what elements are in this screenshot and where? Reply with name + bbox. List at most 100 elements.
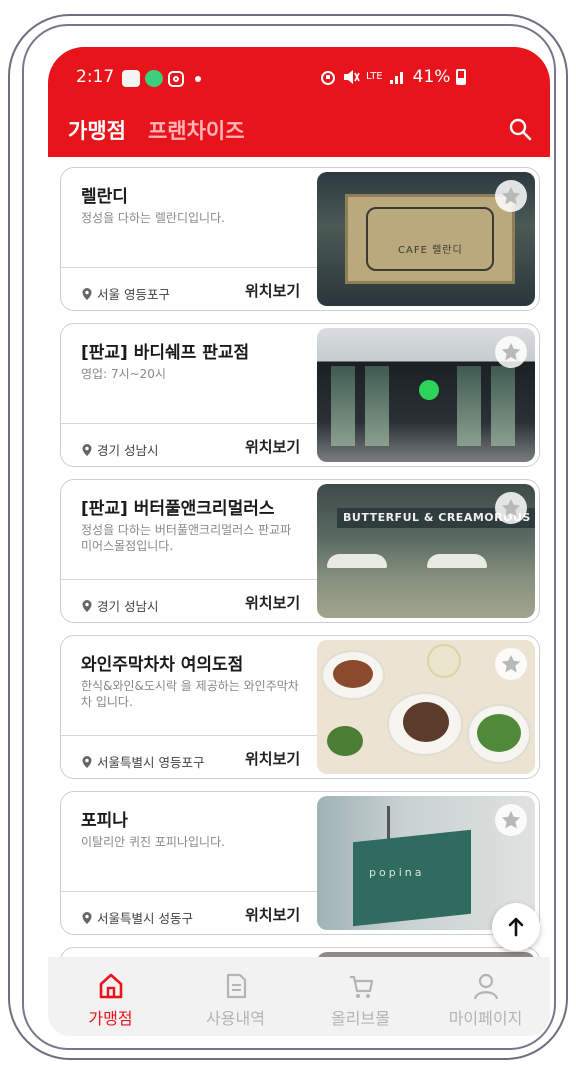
battery-percent: 41% xyxy=(412,67,451,87)
store-info: 렐란디 정성을 다하는 렐란디입니다. 서울 영등포구 위치보기 xyxy=(61,168,317,310)
sign-emblem xyxy=(366,207,494,271)
store-info: 와인주막차차 여의도점 한식&와인&도시락 을 제공하는 와인주막차차 입니다.… xyxy=(61,636,317,778)
storefront-window xyxy=(457,366,481,446)
store-card[interactable]: [판교] 버터풀앤크리멀러스 정성을 다하는 버터풀앤크리멀러스 판교파미어스몰… xyxy=(60,479,540,623)
person-icon xyxy=(473,973,498,1000)
store-location-text: 서울특별시 영등포구 xyxy=(97,755,205,770)
store-card[interactable] xyxy=(60,947,540,957)
nav-label: 올리브몰 xyxy=(331,1009,390,1028)
tab-franchise-stores[interactable]: 가맹점 xyxy=(68,115,126,145)
notification-icons xyxy=(122,70,201,87)
favorite-star-icon[interactable] xyxy=(495,180,527,212)
card-divider xyxy=(61,579,317,580)
storefront-green-sign xyxy=(419,380,439,400)
store-photo[interactable] xyxy=(317,328,535,462)
store-card[interactable]: 와인주막차차 여의도점 한식&와인&도시락 을 제공하는 와인주막차차 입니다.… xyxy=(60,635,540,779)
favorite-star-icon[interactable] xyxy=(495,648,527,680)
food-dish xyxy=(333,660,373,688)
tab-franchises[interactable]: 프랜차이즈 xyxy=(148,115,245,145)
store-card[interactable]: 포피나 이탈리안 퀴진 포피나입니다. 서울특별시 성동구 위치보기 popin… xyxy=(60,791,540,935)
view-location-button[interactable]: 위치보기 xyxy=(245,748,300,769)
nav-usage-history[interactable]: 사용내역 xyxy=(173,957,298,1036)
store-photo[interactable]: BUTTERFUL & CREAMOROUS xyxy=(317,484,535,618)
app-header: 2:17 LTE 41% 가맹점 프랜차이즈 xyxy=(48,47,550,157)
nav-label: 가맹점 xyxy=(88,1009,133,1028)
app-notification-icon xyxy=(122,70,140,87)
store-card[interactable]: [판교] 바디쉐프 판교점 영업: 7시~20시 경기 성남시 위치보기 xyxy=(60,323,540,467)
store-photo[interactable] xyxy=(317,640,535,774)
store-name: [판교] 버터풀앤크리멀러스 xyxy=(81,499,275,519)
store-location-text: 경기 성남시 xyxy=(97,443,159,458)
store-info: 포피나 이탈리안 퀴진 포피나입니다. 서울특별시 성동구 위치보기 xyxy=(61,792,317,934)
more-notifications-dot xyxy=(195,75,201,82)
alarm-icon xyxy=(321,71,335,85)
food-dish xyxy=(477,714,521,752)
nav-olive-mall[interactable]: 올리브몰 xyxy=(298,957,423,1036)
location-pin-icon xyxy=(82,443,92,456)
status-time: 2:17 xyxy=(76,67,115,87)
view-location-button[interactable]: 위치보기 xyxy=(245,280,300,301)
store-location: 경기 성남시 xyxy=(81,440,158,459)
view-location-button[interactable]: 위치보기 xyxy=(245,592,300,613)
nav-franchise-stores[interactable]: 가맹점 xyxy=(48,957,173,1036)
arrow-up-icon xyxy=(508,917,524,937)
mute-icon xyxy=(344,70,360,84)
store-location-text: 서울특별시 성동구 xyxy=(97,911,193,926)
store-description: 이탈리안 퀴진 포피나입니다. xyxy=(81,835,225,849)
status-bar: 2:17 LTE 41% xyxy=(48,67,550,95)
store-info: [판교] 바디쉐프 판교점 영업: 7시~20시 경기 성남시 위치보기 xyxy=(61,324,317,466)
status-right: LTE 41% xyxy=(320,67,467,87)
store-description: 한식&와인&도시락 을 제공하는 와인주막차차 입니다. xyxy=(81,679,299,709)
nav-label: 사용내역 xyxy=(206,1009,265,1028)
instagram-icon xyxy=(168,70,184,87)
sign-text: popina xyxy=(369,866,425,879)
store-location: 서울특별시 성동구 xyxy=(81,908,193,927)
umbrella xyxy=(327,554,387,568)
food-dish xyxy=(327,726,363,756)
store-name: 와인주막차차 여의도점 xyxy=(81,655,244,675)
location-pin-icon xyxy=(82,287,92,300)
store-name: [판교] 바디쉐프 판교점 xyxy=(81,343,250,363)
view-location-button[interactable]: 위치보기 xyxy=(245,436,300,457)
food-dish xyxy=(403,702,449,742)
favorite-star-icon[interactable] xyxy=(495,804,527,836)
store-location: 서울특별시 영등포구 xyxy=(81,752,204,771)
umbrella xyxy=(427,554,487,568)
storefront-window xyxy=(331,366,355,446)
store-location: 서울 영등포구 xyxy=(81,284,170,303)
store-photo[interactable]: CAFE 렐란디 xyxy=(317,172,535,306)
store-location-text: 경기 성남시 xyxy=(97,599,159,614)
card-divider xyxy=(61,267,317,268)
store-description: 정성을 다하는 버터풀앤크리멀러스 판교파미어스몰점입니다. xyxy=(81,523,292,553)
wine-glass xyxy=(427,644,461,678)
storefront-window xyxy=(491,366,515,446)
favorite-star-icon[interactable] xyxy=(495,492,527,524)
store-name: 포피나 xyxy=(81,811,128,831)
home-icon xyxy=(99,973,122,999)
location-pin-icon xyxy=(82,911,92,924)
view-location-button[interactable]: 위치보기 xyxy=(245,904,300,925)
store-card[interactable]: 렐란디 정성을 다하는 렐란디입니다. 서울 영등포구 위치보기 CAFE 렐란… xyxy=(60,167,540,311)
card-divider xyxy=(61,891,317,892)
document-icon xyxy=(226,973,246,999)
card-divider xyxy=(61,735,317,736)
store-description: 정성을 다하는 렐란디입니다. xyxy=(81,211,225,225)
nav-my-page[interactable]: 마이페이지 xyxy=(423,957,548,1036)
network-type: LTE xyxy=(366,71,383,82)
search-icon[interactable] xyxy=(508,117,532,141)
nav-label: 마이페이지 xyxy=(448,1009,523,1028)
card-divider xyxy=(61,423,317,424)
store-list[interactable]: 렐란디 정성을 다하는 렐란디입니다. 서울 영등포구 위치보기 CAFE 렐란… xyxy=(48,157,550,957)
store-location-text: 서울 영등포구 xyxy=(97,287,170,302)
favorite-star-icon[interactable] xyxy=(495,336,527,368)
store-name: 렐란디 xyxy=(81,187,128,207)
store-info: [판교] 버터풀앤크리멀러스 정성을 다하는 버터풀앤크리멀러스 판교파미어스몰… xyxy=(61,480,317,622)
storefront-window xyxy=(365,366,389,446)
store-location: 경기 성남시 xyxy=(81,596,158,615)
store-description: 영업: 7시~20시 xyxy=(81,367,166,381)
location-pin-icon xyxy=(82,755,92,768)
chat-notification-icon xyxy=(145,70,163,87)
scroll-to-top-button[interactable] xyxy=(492,903,540,951)
cart-icon xyxy=(349,975,373,998)
signal-icon xyxy=(389,72,403,84)
